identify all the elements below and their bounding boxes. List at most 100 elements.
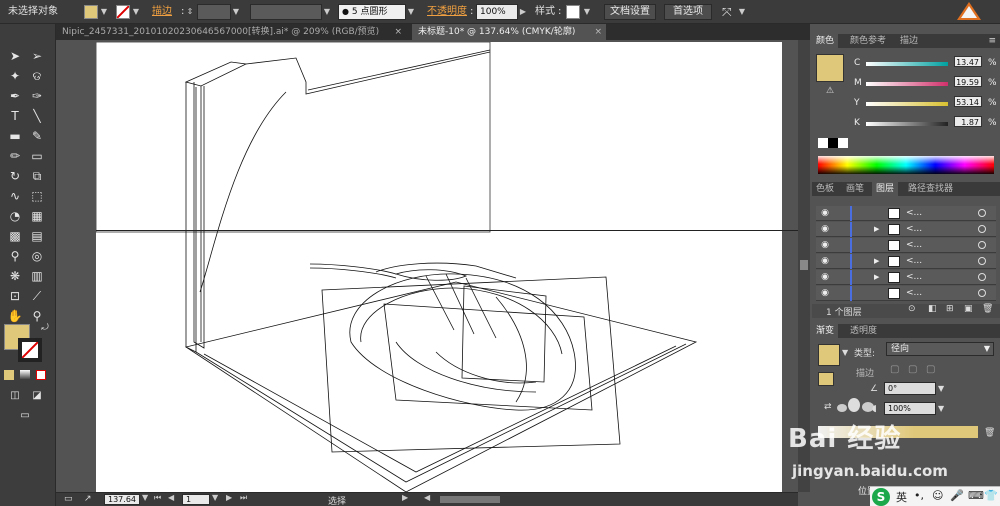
rotate-tool-icon[interactable]: ↻ [6,168,24,184]
horizontal-scroll-thumb[interactable] [440,496,500,503]
target-icon[interactable] [978,225,986,233]
export-icon[interactable]: ↗ [84,494,92,504]
target-icon[interactable] [978,241,986,249]
slice-tool-icon[interactable]: ⟋ [28,288,46,304]
stroke-weight-dropdown[interactable] [197,4,231,20]
hand-tool-icon[interactable]: ✋ [6,308,24,324]
mesh-tool-icon[interactable]: ▩ [6,228,24,244]
stroke-across-icon[interactable]: ▢ [926,364,935,375]
expand-icon[interactable]: ▶ [874,222,879,237]
blend-tool-icon[interactable]: ◎ [28,248,46,264]
pen-tool-icon[interactable]: ✒ [6,88,24,104]
chevron-down-icon[interactable]: ▼ [738,4,746,20]
tab-pathfinder[interactable]: 路径查找器 [904,182,957,196]
paintbrush-tool-icon[interactable]: ✎ [28,128,46,144]
visibility-icon[interactable]: ◉ [818,286,832,301]
previous-page-icon[interactable]: ◀ [168,493,174,502]
style-swatch[interactable] [566,5,580,19]
close-icon[interactable]: × [594,24,602,40]
line-tool-icon[interactable]: ╲ [28,108,46,124]
eraser-tool-icon[interactable]: ▭ [28,148,46,164]
tab-color[interactable]: 颜色 [812,34,839,48]
chevron-down-icon[interactable]: ▼ [938,404,944,413]
perspective-grid-tool-icon[interactable]: ▦ [28,208,46,224]
tab-untitled-10[interactable]: 未标题-10* @ 137.64% (CMYK/轮廓) × [412,24,606,40]
visibility-icon[interactable]: ◉ [818,238,832,253]
canvas-area[interactable] [56,40,798,492]
variable-width-dropdown[interactable] [250,4,322,20]
status-menu-icon[interactable]: ▶ [402,493,408,502]
visibility-icon[interactable]: ◉ [818,222,832,237]
direct-selection-tool-icon[interactable]: ➢ [28,48,46,64]
visibility-icon[interactable]: ◉ [818,206,832,221]
c-slider[interactable] [866,62,948,66]
page-input[interactable]: 1 [182,494,210,505]
scroll-left-icon[interactable]: ◀ [424,493,430,502]
artboard-tool-icon[interactable]: ⊡ [6,288,24,304]
preferences-button[interactable]: 首选项 [664,4,712,20]
white-color-swatch[interactable] [838,138,848,148]
selection-tool-icon[interactable]: ➤ [6,48,24,64]
gradient-type-dropdown[interactable]: 径向 ▼ [886,342,994,356]
opacity-input[interactable]: 100% [476,4,518,20]
visibility-icon[interactable]: ◉ [818,254,832,269]
reverse-gradient-icon[interactable]: ⇄ [824,402,832,412]
type-tool-icon[interactable]: T [6,108,24,124]
chevron-down-icon[interactable]: ▼ [938,384,944,393]
tab-color-guide[interactable]: 颜色参考 [846,34,890,48]
layer-row[interactable]: ◉ <... [816,286,996,301]
close-icon[interactable]: × [394,24,402,40]
c-value-input[interactable]: 13.47 [954,56,982,67]
gradient-tool-icon[interactable]: ▤ [28,228,46,244]
tab-nipic-document[interactable]: Nipic_2457331_20101020230646567000[转换].a… [56,24,406,40]
warp-tool-icon[interactable]: ∿ [6,188,24,204]
screen-mode-icon[interactable]: ▭ [16,408,34,424]
tab-gradient[interactable]: 渐变 [812,324,839,338]
trash-icon[interactable]: 🗑 [982,304,993,314]
new-layer-icon[interactable]: ▣ [964,304,973,314]
tab-stroke[interactable]: 描边 [896,34,922,48]
tab-swatches[interactable]: 色板 [812,182,838,196]
chevron-down-icon[interactable]: ▼ [231,4,241,20]
stroke-color-box[interactable] [18,338,42,362]
artboard[interactable] [96,42,782,492]
align-icon[interactable]: ⤧ [722,4,732,20]
guide-line[interactable] [96,230,798,231]
target-icon[interactable] [978,257,986,265]
swap-fill-stroke-icon[interactable]: ⤾ [36,320,54,336]
rectangle-tool-icon[interactable]: ▬ [6,128,24,144]
stepper-icon[interactable]: ⇕ [186,4,194,20]
layer-row[interactable]: ◉ ▶ <... [816,222,996,237]
angle-input[interactable]: 0° [884,382,936,395]
gradient-preview[interactable] [818,344,840,366]
target-icon[interactable] [978,289,986,297]
symbol-sprayer-tool-icon[interactable]: ❋ [6,268,24,284]
color-fill-swatch[interactable] [816,54,844,82]
voice-icon[interactable]: 🎤 [950,489,964,502]
k-value-input[interactable]: 1.87 [954,116,982,127]
chevron-down-icon[interactable]: ▼ [582,4,592,20]
shape-builder-tool-icon[interactable]: ◔ [6,208,24,224]
chevron-right-icon[interactable]: ▶ [518,4,528,20]
aspect-ratio-input[interactable]: 100% [884,402,936,415]
pencil-tool-icon[interactable]: ✏ [6,148,24,164]
layer-row[interactable]: ◉ <... [816,238,996,253]
column-graph-tool-icon[interactable]: ▥ [28,268,46,284]
scale-tool-icon[interactable]: ⧉ [28,168,46,184]
language-toggle[interactable]: 英 [896,489,907,505]
draw-inside-icon[interactable]: ◪ [28,388,46,404]
stroke-label[interactable]: 描边 [152,4,172,20]
clipping-mask-icon[interactable]: ◧ [928,304,937,314]
chevron-down-icon[interactable]: ▼ [100,4,108,20]
chevron-down-icon[interactable]: ▼ [406,4,416,20]
stroke-within-icon[interactable]: ▢ [890,364,899,375]
none-mode-icon[interactable] [36,370,46,380]
y-slider[interactable] [866,102,948,106]
color-spectrum[interactable] [818,156,994,174]
fill-swatch[interactable] [84,5,98,19]
expand-icon[interactable]: ▶ [874,254,879,269]
zoom-input[interactable]: 137.64 [104,494,140,505]
color-mode-icon[interactable] [4,370,14,380]
keyboard-icon[interactable]: ⌨ [968,489,984,502]
gradient-mode-icon[interactable] [20,370,30,380]
